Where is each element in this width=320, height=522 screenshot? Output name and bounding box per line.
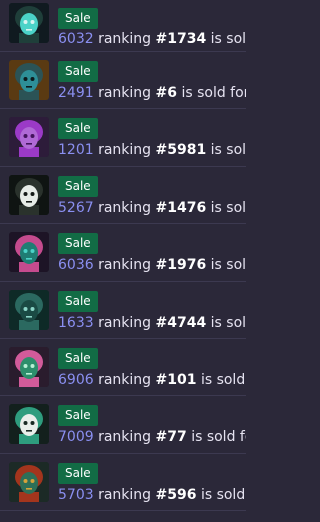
nft-avatar-image [9, 404, 49, 445]
nft-avatar[interactable] [9, 346, 49, 387]
sale-description: 1201 ranking #5981 is sold [58, 141, 246, 159]
rank-number: #1734 [155, 31, 207, 47]
rank-number: #5981 [155, 142, 207, 159]
sale-description: 5267 ranking #1476 is sold [58, 199, 246, 217]
nft-avatar-image [9, 289, 49, 330]
sale-suffix: is sold f [200, 486, 246, 503]
sale-description: 6036 ranking #1976 is sold [58, 256, 246, 274]
sale-suffix: is sold for [181, 85, 246, 101]
nft-avatar-image [9, 174, 49, 215]
nft-avatar[interactable] [9, 461, 49, 502]
nft-avatar-image [9, 60, 49, 100]
sale-row[interactable]: Sale 6906 ranking #101 is sold fo [0, 339, 246, 397]
rank-number: #596 [155, 486, 197, 503]
rank-number: #101 [155, 371, 197, 388]
sale-suffix: is sold [210, 31, 246, 47]
rank-number: #77 [155, 429, 187, 446]
sale-badge: Sale [58, 118, 98, 140]
sale-row[interactable]: Sale 5703 ranking #596 is sold f [0, 454, 246, 512]
sale-badge: Sale [58, 347, 98, 369]
sale-badge: Sale [58, 405, 98, 427]
nft-avatar-image [9, 461, 49, 502]
ranking-label: ranking [98, 142, 152, 159]
sale-row[interactable]: Sale 1633 ranking #4744 is sold [0, 282, 246, 339]
sale-suffix: is sold [210, 257, 246, 274]
sale-value: 7009 [58, 429, 94, 446]
sale-suffix: is sold [210, 142, 246, 159]
sale-description: 6032 ranking #1734 is sold [58, 30, 246, 48]
ranking-label: ranking [98, 486, 152, 503]
nft-avatar[interactable] [9, 404, 49, 445]
sale-description: 2491 ranking #6 is sold for [58, 84, 246, 102]
sale-row[interactable]: Sale 2491 ranking #6 is sold for [0, 52, 246, 110]
sale-row[interactable]: Sale 6032 ranking #1734 is sold [0, 0, 246, 52]
sale-badge: Sale [58, 290, 98, 312]
nft-avatar-image [9, 346, 49, 387]
sale-row[interactable]: Sale 1201 ranking #5981 is sold [0, 109, 246, 167]
sale-row[interactable]: Sale 6036 ranking #1976 is sold [0, 224, 246, 282]
sale-value: 5267 [58, 199, 94, 216]
sale-row[interactable]: Sale 5267 ranking #1476 is sold [0, 167, 246, 225]
sale-value: 1201 [58, 142, 94, 159]
ranking-label: ranking [98, 199, 152, 216]
ranking-label: ranking [98, 314, 152, 331]
rank-number: #4744 [155, 314, 207, 331]
rank-number: #6 [155, 85, 177, 101]
sale-description: 5703 ranking #596 is sold f [58, 486, 246, 504]
sale-description: 7009 ranking #77 is sold fo [58, 428, 246, 446]
nft-avatar[interactable] [9, 232, 49, 273]
rank-number: #1976 [155, 257, 207, 274]
ranking-label: ranking [98, 429, 152, 446]
ranking-label: ranking [98, 85, 152, 101]
ranking-label: ranking [98, 257, 152, 274]
nft-avatar[interactable] [9, 117, 49, 158]
sale-suffix: is sold fo [200, 371, 246, 388]
sale-description: 6906 ranking #101 is sold fo [58, 371, 246, 389]
sale-suffix: is sold [210, 314, 246, 331]
nft-avatar-image [9, 3, 49, 43]
nft-avatar-image [9, 232, 49, 273]
nft-avatar-image [9, 117, 49, 158]
nft-avatar[interactable] [9, 3, 49, 43]
rank-number: #1476 [155, 199, 207, 216]
nft-avatar[interactable] [9, 289, 49, 330]
nft-avatar[interactable] [9, 60, 49, 100]
sale-row[interactable]: Sale 7009 ranking #77 is sold fo [0, 396, 246, 454]
sale-value: 2491 [58, 85, 94, 101]
sale-value: 6036 [58, 257, 94, 274]
sale-value: 5703 [58, 486, 94, 503]
sale-description: 1633 ranking #4744 is sold [58, 314, 246, 332]
nft-avatar[interactable] [9, 174, 49, 215]
ranking-label: ranking [98, 371, 152, 388]
sale-badge: Sale [58, 61, 98, 82]
sale-suffix: is sold fo [191, 429, 246, 446]
sales-feed: Sale 6032 ranking #1734 is sold Sale 249… [0, 0, 246, 522]
sale-badge: Sale [58, 175, 98, 197]
sale-value: 1633 [58, 314, 94, 331]
sale-value: 6906 [58, 371, 94, 388]
sale-badge: Sale [58, 8, 98, 29]
sale-badge: Sale [58, 233, 98, 255]
ranking-label: ranking [98, 31, 152, 47]
sale-value: 6032 [58, 31, 94, 47]
sale-badge: Sale [58, 462, 98, 484]
sale-suffix: is sold [210, 199, 246, 216]
